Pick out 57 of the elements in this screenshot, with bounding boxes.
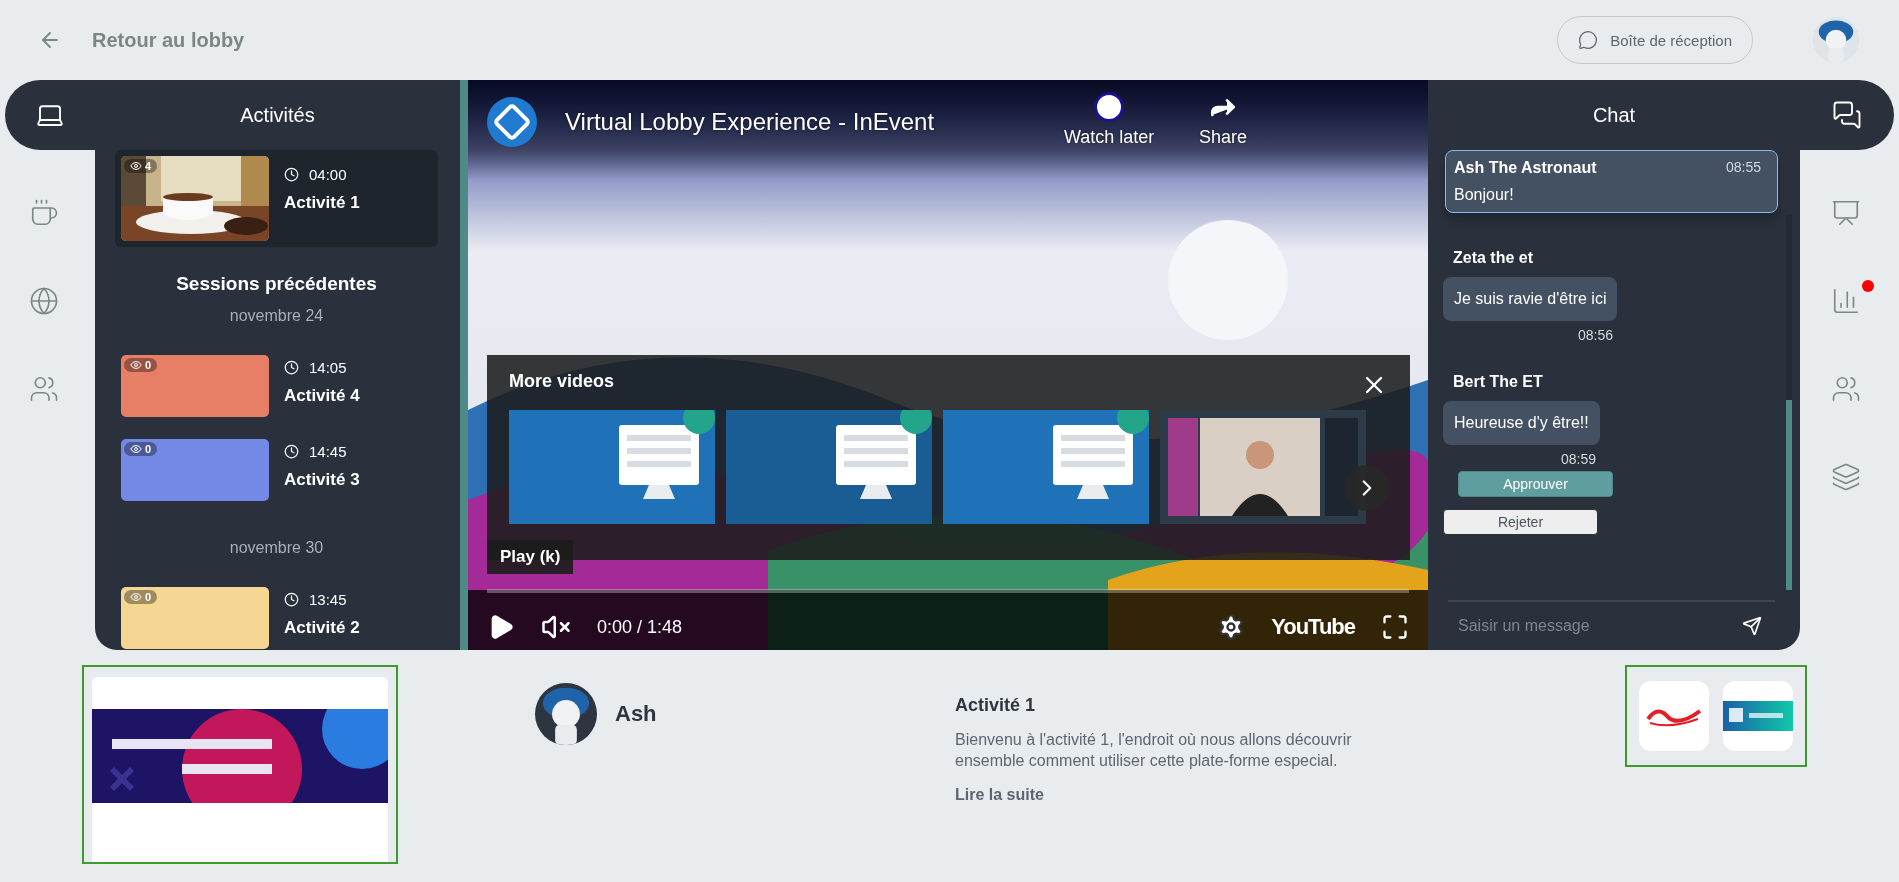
speaker-name: Ash	[615, 701, 657, 727]
clock-icon	[284, 592, 299, 607]
speech-bubble-icon	[1578, 30, 1599, 50]
message-input[interactable]: Saisir un message	[1448, 600, 1775, 650]
message-text: Bonjour!	[1454, 186, 1515, 204]
eye-icon	[130, 359, 142, 371]
eye-icon	[130, 160, 142, 172]
layers-icon	[1830, 462, 1861, 492]
activity-time: 13:45	[284, 591, 360, 608]
date-label: novembre 30	[228, 539, 325, 557]
view-count: 0	[124, 590, 158, 604]
panel-title: Chat	[1591, 102, 1637, 128]
people-icon	[28, 374, 59, 404]
reject-button[interactable]: Rejeter	[1443, 509, 1598, 535]
message-author: Bert The ET	[1452, 373, 1543, 391]
activity-title: Activité 1	[955, 695, 1037, 716]
activity-name: Activité 1	[284, 193, 360, 213]
activity-description: Bienvenu à l'activité 1, l'endroit où nous allons découvrir ensemble comment utiliser cette plate-forme especial.	[955, 730, 1353, 771]
section-title: Sessions précédentes	[175, 273, 378, 295]
eye-icon	[130, 443, 142, 455]
view-count: 0	[124, 442, 158, 456]
presenter-icon	[1830, 198, 1861, 228]
scrollbar[interactable]	[1786, 215, 1792, 590]
sponsor-card[interactable]	[1639, 681, 1709, 751]
activity-time: 14:05	[284, 359, 360, 376]
activity-card[interactable]: 0 14:05 Activité 4	[115, 349, 438, 423]
activity-card[interactable]: 0 13:45 Activité 2	[115, 581, 438, 650]
panel-title: Activités	[239, 102, 316, 128]
message-bubble: Heureuse d'y être!!	[1443, 401, 1600, 445]
activity-card[interactable]: 4 04:00 Activité 1	[115, 150, 438, 247]
activity-name: Activité 2	[284, 618, 360, 638]
send-button[interactable]	[1742, 616, 1762, 636]
message-time: 08:55	[1725, 159, 1762, 177]
people-icon	[1830, 374, 1861, 404]
sponsor-card[interactable]	[1723, 681, 1793, 751]
globe-icon	[28, 286, 59, 316]
send-icon	[1742, 616, 1762, 636]
message-time: 08:59	[1561, 451, 1597, 467]
clock-icon	[284, 360, 299, 375]
view-count: 4	[124, 159, 158, 173]
message-author: Zeta the et	[1452, 249, 1533, 267]
activity-card[interactable]: 0 14:45 Activité 3	[115, 433, 438, 507]
clock-icon	[284, 167, 299, 182]
eye-icon	[130, 591, 142, 603]
chat-bubbles-icon	[1832, 100, 1862, 130]
read-more-link[interactable]: Lire la suite	[955, 785, 1375, 804]
activity-name: Activité 3	[284, 470, 360, 490]
view-count: 0	[124, 358, 158, 372]
clock-icon	[284, 444, 299, 459]
scrollbar[interactable]	[460, 80, 468, 650]
activity-time: 04:00	[284, 166, 360, 183]
activity-time: 14:45	[284, 443, 360, 460]
activity-name: Activité 4	[284, 386, 360, 406]
message-bubble: Je suis ravie d'être ici	[1443, 277, 1618, 321]
date-label: novembre 24	[228, 307, 325, 325]
message-author: Ash The Astronaut	[1454, 159, 1598, 177]
message-time: 08:56	[1578, 327, 1614, 343]
